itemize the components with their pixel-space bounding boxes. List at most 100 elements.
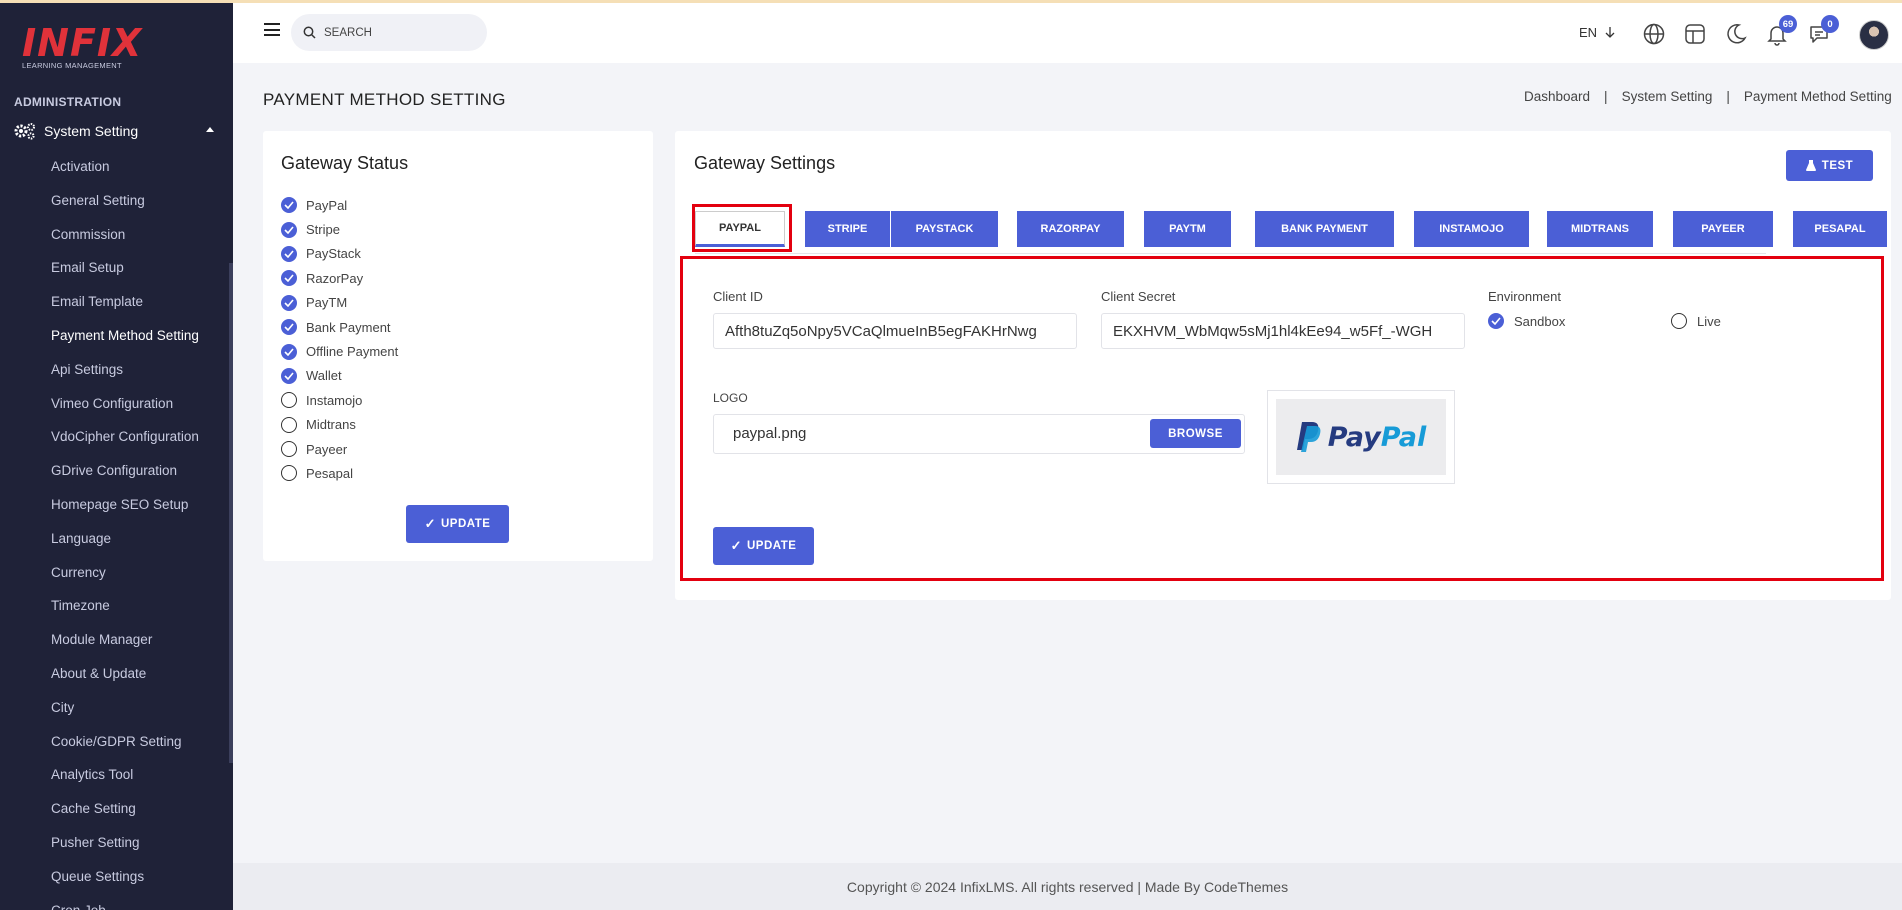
tab-midtrans[interactable]: MIDTRANS [1547, 211, 1653, 247]
gateway-checkbox-item[interactable]: Instamojo [281, 388, 398, 412]
breadcrumb-item[interactable]: System Setting [1622, 89, 1713, 104]
language-selector[interactable]: EN [1579, 25, 1615, 40]
gateway-checkbox-item[interactable]: Midtrans [281, 413, 398, 437]
user-avatar[interactable] [1859, 20, 1889, 50]
footer: Copyright © 2024 InfixLMS. All rights re… [233, 863, 1902, 910]
sidebar-item-queue-settings[interactable]: Queue Settings [51, 867, 199, 901]
tab-paytm[interactable]: PAYTM [1144, 211, 1231, 247]
checkbox-unchecked-icon [281, 392, 297, 409]
top-header: EN 69 0 [233, 3, 1902, 63]
client-secret-input[interactable] [1101, 313, 1465, 349]
search-box[interactable] [291, 14, 487, 51]
gateway-checkbox-item[interactable]: PayPal [281, 193, 398, 217]
notification-badge: 69 [1779, 15, 1797, 33]
checkbox-checked-icon [281, 221, 297, 238]
check-icon: ✓ [424, 516, 436, 531]
sidebar-item-activation[interactable]: Activation [51, 157, 199, 191]
update-label: UPDATE [440, 518, 491, 530]
sidebar-item-timezone[interactable]: Timezone [51, 596, 199, 630]
gateway-checkbox-item[interactable]: Offline Payment [281, 339, 398, 363]
search-input[interactable] [324, 26, 464, 39]
sidebar-item-payment-method-setting[interactable]: Payment Method Setting [51, 326, 199, 360]
client-id-label: Client ID [713, 289, 763, 304]
gateway-status-update-button[interactable]: ✓ UPDATE [406, 505, 509, 543]
sidebar-item-cookie-gdpr-setting[interactable]: Cookie/GDPR Setting [51, 732, 199, 766]
gateway-checkbox-item[interactable]: Stripe [281, 217, 398, 241]
sidebar-item-module-manager[interactable]: Module Manager [51, 630, 199, 664]
test-label: TEST [1821, 159, 1854, 172]
chat-icon[interactable]: 0 [1807, 15, 1839, 46]
gateway-checkbox-item[interactable]: RazorPay [281, 266, 398, 290]
tab-payeer[interactable]: PAYEER [1673, 211, 1773, 247]
checkbox-checked-icon [281, 367, 297, 384]
moon-icon[interactable] [1724, 22, 1748, 46]
gateway-checkbox-item[interactable]: Payeer [281, 437, 398, 461]
sidebar-item-homepage-seo-setup[interactable]: Homepage SEO Setup [51, 495, 199, 529]
gateway-name: Offline Payment [306, 344, 399, 360]
sidebar-item-about-update[interactable]: About & Update [51, 664, 199, 698]
sidebar-item-pusher-setting[interactable]: Pusher Setting [51, 833, 199, 867]
notification-bell-icon[interactable]: 69 [1765, 15, 1797, 46]
sidebar-item-api-settings[interactable]: Api Settings [51, 360, 199, 394]
tab-paystack[interactable]: PAYSTACK [891, 211, 998, 247]
paypal-logo-image: PayPal [1276, 399, 1446, 475]
sidebar-item-vimeo-configuration[interactable]: Vimeo Configuration [51, 394, 199, 428]
sidebar: INFIX LEARNING MANAGEMENT ADMINISTRATION… [0, 3, 233, 910]
tab-stripe[interactable]: STRIPE [805, 211, 890, 247]
sidebar-scrollbar[interactable] [229, 263, 233, 763]
checkbox-checked-icon [281, 245, 297, 262]
globe-icon[interactable] [1642, 22, 1666, 46]
tab-bank-payment[interactable]: BANK PAYMENT [1255, 211, 1394, 247]
environment-live-radio[interactable]: Live [1671, 313, 1721, 329]
paypal-wordmark-pay: Pay [1327, 421, 1381, 453]
tab-instamojo[interactable]: INSTAMOJO [1414, 211, 1529, 247]
gateway-status-card: Gateway Status PayPal Stripe PayStack Razor… [263, 131, 653, 561]
gateway-checkbox-item[interactable]: PayTM [281, 291, 398, 315]
sidebar-item-email-setup[interactable]: Email Setup [51, 258, 199, 292]
test-button[interactable]: TEST [1786, 150, 1873, 181]
gateway-name: RazorPay [306, 270, 364, 286]
checkbox-unchecked-icon [281, 441, 297, 458]
layout-icon[interactable] [1683, 22, 1707, 46]
sidebar-item-currency[interactable]: Currency [51, 563, 199, 597]
tab-razorpay[interactable]: RAZORPAY [1017, 211, 1124, 247]
environment-sandbox-radio[interactable]: Sandbox [1488, 313, 1565, 329]
tab-paypal[interactable]: PAYPAL [695, 211, 785, 247]
gateway-checkbox-item[interactable]: Pesapal [281, 461, 398, 485]
tabs-divider [695, 253, 1766, 254]
logo-text: INFIX [22, 21, 143, 65]
live-label: Live [1697, 313, 1721, 329]
checkbox-checked-icon [281, 197, 297, 214]
gateway-list: PayPal Stripe PayStack RazorPay PayTM Bank Pa… [281, 193, 398, 486]
sidebar-item-cron-job[interactable]: Cron Job [51, 901, 199, 910]
gateway-name: Midtrans [306, 417, 356, 433]
breadcrumb-item[interactable]: Payment Method Setting [1744, 89, 1892, 104]
sidebar-item-email-template[interactable]: Email Template [51, 292, 199, 326]
sidebar-group-system-setting[interactable]: System Setting [14, 119, 214, 143]
tab-pesapal[interactable]: PESAPAL [1793, 211, 1887, 247]
breadcrumb-item[interactable]: Dashboard [1524, 89, 1590, 104]
gateway-settings-update-button[interactable]: ✓ UPDATE [713, 527, 814, 565]
browse-button[interactable]: BROWSE [1150, 419, 1241, 448]
breadcrumb: Dashboard | System Setting | Payment Method … [1524, 89, 1892, 104]
gateway-name: Bank Payment [306, 319, 391, 335]
sidebar-item-language[interactable]: Language [51, 529, 199, 563]
menu-toggle-icon[interactable] [264, 23, 280, 36]
sidebar-item-city[interactable]: City [51, 698, 199, 732]
sidebar-item-gdrive-configuration[interactable]: GDrive Configuration [51, 461, 199, 495]
gateway-checkbox-item[interactable]: Bank Payment [281, 315, 398, 339]
sidebar-item-commission[interactable]: Commission [51, 225, 199, 259]
gateway-checkbox-item[interactable]: PayStack [281, 242, 398, 266]
sidebar-item-cache-setting[interactable]: Cache Setting [51, 799, 199, 833]
language-code: EN [1579, 25, 1598, 40]
sidebar-item-vdocipher-configuration[interactable]: VdoCipher Configuration [51, 427, 199, 461]
sidebar-item-analytics-tool[interactable]: Analytics Tool [51, 765, 199, 799]
sidebar-menu: Activation General Setting Commission Email… [51, 157, 199, 910]
messages-badge: 0 [1821, 15, 1839, 33]
logo[interactable]: INFIX LEARNING MANAGEMENT [22, 23, 142, 70]
page-title: PAYMENT METHOD SETTING [263, 90, 506, 109]
client-id-input[interactable] [713, 313, 1077, 349]
sidebar-item-general-setting[interactable]: General Setting [51, 191, 199, 225]
gears-icon [14, 123, 35, 140]
gateway-checkbox-item[interactable]: Wallet [281, 364, 398, 388]
